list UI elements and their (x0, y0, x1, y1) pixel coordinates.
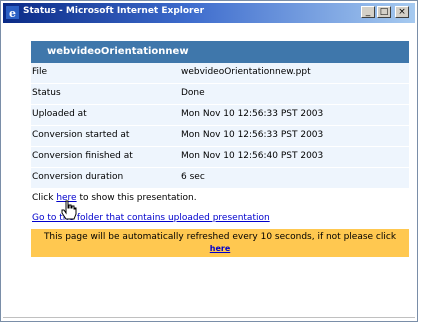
ie-icon: e (6, 6, 19, 19)
table-row: Conversion started at Mon Nov 10 12:56:3… (31, 126, 409, 147)
row-label: Uploaded at (32, 109, 87, 119)
row-value: Done (181, 88, 205, 98)
row-value: webvideoOrientationnew.ppt (181, 67, 311, 77)
browser-window: e Status - Microsoft Internet Explorer _… (0, 0, 418, 322)
maximize-button[interactable]: □ (377, 6, 391, 18)
hand-cursor-icon (61, 200, 77, 220)
refresh-notice: This page will be automatically refreshe… (31, 229, 409, 257)
row-label: Conversion duration (32, 172, 124, 182)
table-row: Status Done (31, 84, 409, 105)
row-label: Status (32, 88, 61, 98)
presentation-heading: webvideoOrientationnew (31, 41, 409, 63)
close-button[interactable]: × (395, 6, 409, 18)
row-label: File (32, 67, 48, 77)
row-value: Mon Nov 10 12:56:33 PST 2003 (181, 130, 324, 140)
table-row: Conversion finished at Mon Nov 10 12:56:… (31, 147, 409, 168)
svg-text:e: e (9, 7, 16, 19)
folder-row: Go to the folder that contains uploaded … (31, 209, 409, 229)
table-row: Conversion duration 6 sec (31, 168, 409, 189)
click-prefix: Click (32, 193, 57, 203)
status-divider (3, 317, 415, 318)
title-bar[interactable]: e Status - Microsoft Internet Explorer _… (3, 3, 415, 23)
row-value: Mon Nov 10 12:56:33 PST 2003 (181, 109, 324, 119)
row-value: 6 sec (181, 172, 205, 182)
window-title: Status - Microsoft Internet Explorer (23, 6, 205, 16)
row-label: Conversion finished at (32, 151, 133, 161)
minimize-button[interactable]: _ (361, 6, 375, 18)
refresh-link[interactable]: here (210, 244, 231, 253)
show-presentation-text: Click here to show this presentation. (32, 193, 197, 203)
row-label: Conversion started at (32, 130, 130, 140)
notice-text: This page will be automatically refreshe… (43, 232, 397, 242)
click-suffix: to show this presentation. (76, 193, 197, 203)
show-presentation-row: Click here to show this presentation. (31, 189, 409, 209)
table-row: File webvideoOrientationnew.ppt (31, 63, 409, 84)
status-panel: webvideoOrientationnew File webvideoOrie… (31, 41, 409, 257)
table-row: Uploaded at Mon Nov 10 12:56:33 PST 2003 (31, 105, 409, 126)
row-value: Mon Nov 10 12:56:40 PST 2003 (181, 151, 324, 161)
